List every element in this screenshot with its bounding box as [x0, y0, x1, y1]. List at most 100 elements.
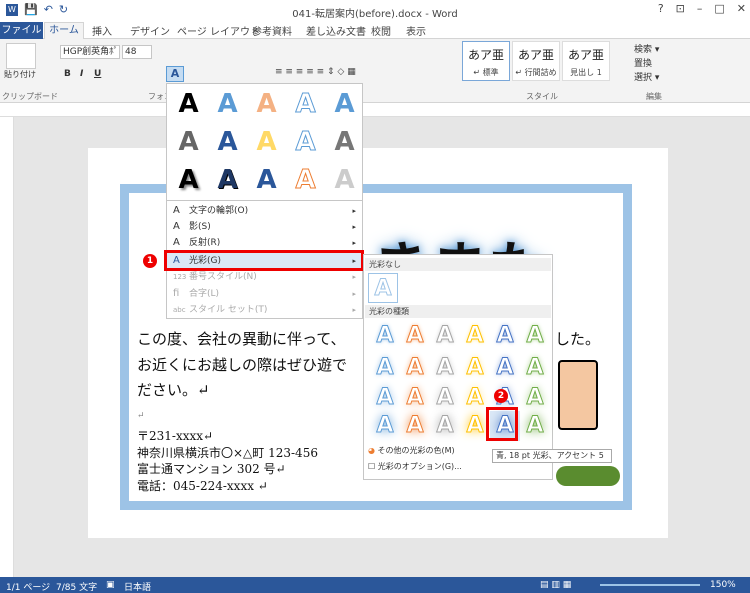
proofing-icon[interactable]: ▣ [106, 580, 115, 590]
tab-insert[interactable]: 挿入 [92, 23, 112, 38]
glow-gray-11pt[interactable]: A [430, 383, 460, 413]
effect-style-12[interactable]: A [208, 162, 247, 198]
view-buttons[interactable]: ▤ ▥ ▦ [540, 580, 571, 590]
glow-blue-11pt[interactable]: A [370, 383, 400, 413]
italic-button[interactable]: I [80, 69, 83, 79]
effect-style-9[interactable]: A [286, 124, 325, 160]
glow-orange-5pt[interactable]: A [400, 321, 430, 351]
select-button[interactable]: 選択 ▾ [634, 71, 659, 85]
menu-style-set[interactable]: abc スタイル セット(T) ▸ [167, 302, 362, 318]
effect-style-1[interactable]: A [169, 86, 208, 122]
font-name-box[interactable]: HGP創英角ﾎﾟ [60, 45, 120, 59]
ribbon-display-button[interactable]: ⊡ [676, 2, 685, 15]
tab-mailings[interactable]: 差し込み文書 [306, 23, 366, 38]
find-button[interactable]: 検索 ▾ [634, 43, 659, 57]
tab-design[interactable]: デザイン [130, 23, 170, 38]
paragraph-controls[interactable]: ≡ ≡ ≡ ≡ ≡ ⇕ ◇ ▦ [275, 67, 365, 81]
glow-darkblue-8pt[interactable]: A [490, 353, 520, 383]
style-no-spacing[interactable]: あア亜 ↵ 行間詰め [512, 41, 560, 81]
doc-line-2[interactable]: お近くにお越しの際はぜひ遊で [137, 354, 347, 375]
glow-blue-18pt[interactable]: A [370, 411, 400, 441]
style-no-spacing-preview: あア亜 [517, 48, 554, 62]
effect-style-4[interactable]: A [286, 86, 325, 122]
submenu-arrow-icon: ▸ [352, 273, 356, 281]
tab-page-layout[interactable]: ページ レイアウト [177, 23, 260, 38]
menu-reflection[interactable]: A 反射(R) ▸ [167, 235, 362, 251]
doc-line-3[interactable]: ださい。↵ [137, 379, 210, 400]
more-glow-colors[interactable]: ◕ その他の光彩の色(M) [368, 445, 455, 457]
effect-style-2[interactable]: A [208, 86, 247, 122]
glow-darkblue-5pt[interactable]: A [490, 321, 520, 351]
text-effects-button[interactable]: A [166, 66, 184, 82]
effect-style-14[interactable]: A [286, 162, 325, 198]
ribbon: 貼り付け クリップボード HGP創英角ﾎﾟ 48 B I U A フォン ≡ ≡… [0, 39, 750, 103]
effect-style-8[interactable]: A [247, 124, 286, 160]
submenu-arrow-icon: ▸ [352, 290, 356, 298]
glow-green-5pt[interactable]: A [520, 321, 550, 351]
language[interactable]: 日本語 [124, 580, 151, 593]
glow-gray-5pt[interactable]: A [430, 321, 460, 351]
menu-shadow[interactable]: A 影(S) ▸ [167, 219, 362, 235]
effect-style-5[interactable]: A [325, 86, 364, 122]
menu-number-style[interactable]: 123 番号スタイル(N) ▸ [167, 269, 362, 285]
glow-orange-11pt[interactable]: A [400, 383, 430, 413]
bold-button[interactable]: B [64, 69, 71, 79]
zoom-level[interactable]: 150% [710, 580, 736, 590]
clipboard-icon[interactable] [6, 43, 36, 69]
minimize-button[interactable]: – [697, 2, 703, 15]
tab-references[interactable]: 参考資料 [252, 23, 292, 38]
glow-green-11pt[interactable]: A [520, 383, 550, 413]
horizontal-ruler[interactable] [0, 103, 750, 117]
address-line[interactable]: 神奈川県横浜市〇×△町 123-456 [137, 444, 318, 461]
help-button[interactable]: ? [658, 2, 664, 15]
address-postal[interactable]: 〒231-xxxx↵ [137, 427, 213, 444]
tab-file[interactable]: ファイル [0, 22, 43, 39]
style-normal-preview: あア亜 [467, 48, 504, 62]
glow-gold-8pt[interactable]: A [460, 353, 490, 383]
glow-orange-18pt[interactable]: A [400, 411, 430, 441]
effect-style-15[interactable]: A [325, 162, 364, 198]
doc-line-1[interactable]: この度、会社の異動に伴って、 [137, 328, 346, 349]
tab-home[interactable]: ホーム [44, 22, 84, 40]
glow-gray-8pt[interactable]: A [430, 353, 460, 383]
zoom-slider[interactable] [600, 584, 700, 586]
glow-options[interactable]: ☐ 光彩のオプション(G)... [368, 461, 462, 473]
glow-types-header: 光彩の種類 [365, 305, 551, 318]
glow-green-18pt[interactable]: A [520, 411, 550, 441]
edit-group-label: 編集 [646, 92, 662, 101]
phone-number[interactable]: 電話：045-224-xxxx ↵ [137, 477, 268, 494]
style-normal[interactable]: あア亜 ↵ 標準 [462, 41, 510, 81]
page-count[interactable]: 1/1 ページ [6, 580, 50, 593]
no-glow-option[interactable]: A [368, 273, 398, 303]
tab-review[interactable]: 校閲 [371, 23, 391, 38]
step-badge-2: 2 [494, 389, 508, 403]
glow-orange-8pt[interactable]: A [400, 353, 430, 383]
glow-gold-5pt[interactable]: A [460, 321, 490, 351]
style-heading1[interactable]: あア亜 見出し 1 [562, 41, 610, 81]
glow-gray-18pt[interactable]: A [430, 411, 460, 441]
doc-line-1-tail[interactable]: した。 [555, 328, 600, 349]
menu-outline[interactable]: A 文字の輪郭(O) ▸ [167, 203, 362, 219]
menu-outline-label: 文字の輪郭(O) [189, 206, 249, 216]
maximize-button[interactable]: □ [714, 2, 724, 15]
effect-style-6[interactable]: A [169, 124, 208, 160]
paste-button[interactable]: 貼り付け [4, 69, 36, 80]
word-count[interactable]: 7/85 文字 [56, 580, 97, 593]
tab-view[interactable]: 表示 [406, 23, 426, 38]
replace-button[interactable]: 置換 [634, 57, 659, 71]
glow-green-8pt[interactable]: A [520, 353, 550, 383]
glow-tooltip: 青, 18 pt 光彩、アクセント 5 [492, 449, 612, 463]
glow-blue-8pt[interactable]: A [370, 353, 400, 383]
address-building[interactable]: 富士通マンション 302 号↵ [137, 460, 286, 477]
glow-blue-5pt[interactable]: A [370, 321, 400, 351]
menu-ligatures[interactable]: fi 合字(L) ▸ [167, 286, 362, 302]
close-button[interactable]: ✕ [737, 2, 746, 15]
effect-style-10[interactable]: A [325, 124, 364, 160]
underline-button[interactable]: U [94, 69, 101, 79]
effect-style-3[interactable]: A [247, 86, 286, 122]
effect-style-7[interactable]: A [208, 124, 247, 160]
font-size-box[interactable]: 48 [122, 45, 152, 59]
effect-style-11[interactable]: A [169, 162, 208, 198]
vertical-ruler[interactable] [0, 117, 14, 577]
effect-style-13[interactable]: A [247, 162, 286, 198]
